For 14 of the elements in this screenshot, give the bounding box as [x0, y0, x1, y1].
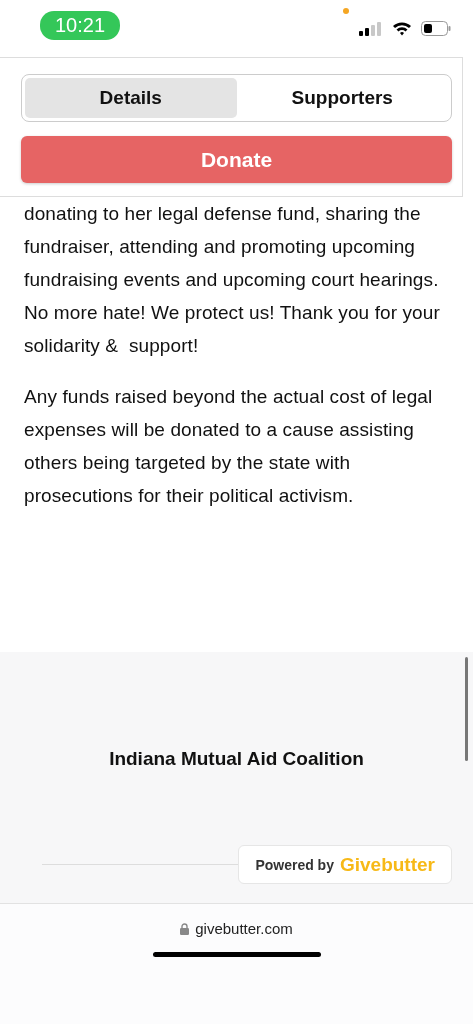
- powered-by-badge[interactable]: Powered by Givebutter: [238, 845, 452, 884]
- address-bar[interactable]: givebutter.com: [180, 920, 293, 937]
- battery-icon: [421, 21, 451, 36]
- clock-time: 10:21: [40, 11, 120, 40]
- organization-name: Indiana Mutual Aid Coalition: [108, 748, 365, 770]
- tab[interactable]: Details: [25, 78, 237, 118]
- indicator-dot: [343, 8, 349, 14]
- paragraph: Any funds raised beyond the actual cost of legal expenses will be donated to a cause assisting others being targeted by the state with prosecutions for their political activism.: [24, 385, 434, 508]
- signal-icon: [359, 21, 383, 36]
- paragraph: donating to her legal defense fund, sharing the fundraiser, attending and promoting upcoming fundraising events and upcoming court hearings. No more hate! We protect us! Thank you for your solidarity & support!: [24, 202, 441, 358]
- tab[interactable]: Supporters: [236, 78, 448, 118]
- home-indicator[interactable]: [152, 952, 321, 957]
- lock-icon: [180, 922, 190, 935]
- wifi-icon: [392, 21, 412, 36]
